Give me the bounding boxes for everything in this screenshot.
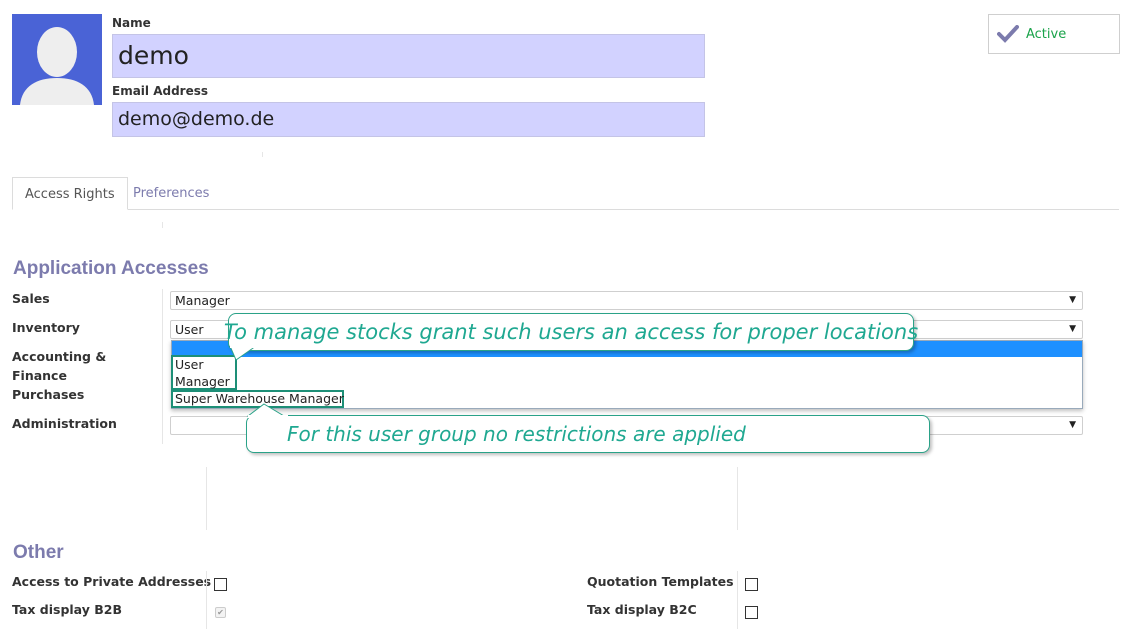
tax-display-b2b-label: Tax display B2B — [12, 602, 122, 617]
annotation-callout-bottom: For this user group no restrictions are … — [246, 415, 930, 453]
inventory-select-value: User — [175, 322, 204, 337]
purchases-label: Purchases — [12, 387, 85, 402]
user-avatar[interactable] — [12, 14, 102, 105]
name-field[interactable]: demo — [112, 34, 705, 78]
tab-preferences[interactable]: Preferences — [121, 177, 221, 210]
sales-select[interactable]: Manager ▼ — [170, 291, 1083, 310]
caret-down-icon: ▼ — [1069, 420, 1076, 430]
column-divider — [737, 467, 738, 530]
application-accesses-title: Application Accesses — [13, 258, 209, 279]
person-icon — [12, 14, 102, 105]
tax-display-b2c-label: Tax display B2C — [587, 602, 697, 617]
column-divider — [206, 571, 207, 629]
divider — [262, 152, 263, 157]
private-addresses-label: Access to Private Addresses — [12, 574, 212, 589]
column-divider — [737, 571, 738, 629]
tax-display-b2b-checkbox: ✔ — [215, 607, 226, 618]
active-label: Active — [1026, 26, 1067, 42]
annotation-text: To manage stocks grant such users an acc… — [223, 320, 919, 344]
quotation-templates-label: Quotation Templates — [587, 574, 734, 589]
caret-down-icon: ▼ — [1069, 324, 1076, 334]
caret-down-icon: ▼ — [1069, 295, 1076, 305]
column-divider — [162, 289, 163, 444]
inventory-label: Inventory — [12, 320, 80, 335]
tax-display-b2c-checkbox[interactable] — [745, 606, 758, 619]
name-label: Name — [112, 16, 151, 30]
administration-label: Administration — [12, 416, 117, 431]
email-field[interactable]: demo@demo.de — [112, 102, 705, 137]
quotation-templates-checkbox[interactable] — [745, 578, 758, 591]
private-addresses-checkbox[interactable] — [214, 578, 227, 591]
callout-pointer — [229, 346, 258, 361]
sales-label: Sales — [12, 291, 50, 306]
tab-access-rights[interactable]: Access Rights — [12, 177, 128, 210]
email-label: Email Address — [112, 84, 209, 98]
annotation-callout-top: To manage stocks grant such users an acc… — [224, 313, 918, 351]
other-title: Other — [13, 542, 64, 563]
divider — [162, 222, 163, 228]
callout-pointer — [246, 403, 288, 418]
column-divider — [206, 467, 207, 530]
sales-select-value: Manager — [175, 293, 230, 308]
accounting-label: Accounting & — [12, 349, 107, 364]
active-toggle-button[interactable]: Active — [988, 14, 1120, 54]
finance-label: Finance — [12, 368, 67, 383]
dropdown-option-manager[interactable]: Manager — [172, 373, 230, 390]
check-icon — [997, 25, 1019, 43]
dropdown-option-user[interactable]: User — [172, 356, 204, 373]
annotation-text: For this user group no restrictions are … — [287, 422, 746, 446]
